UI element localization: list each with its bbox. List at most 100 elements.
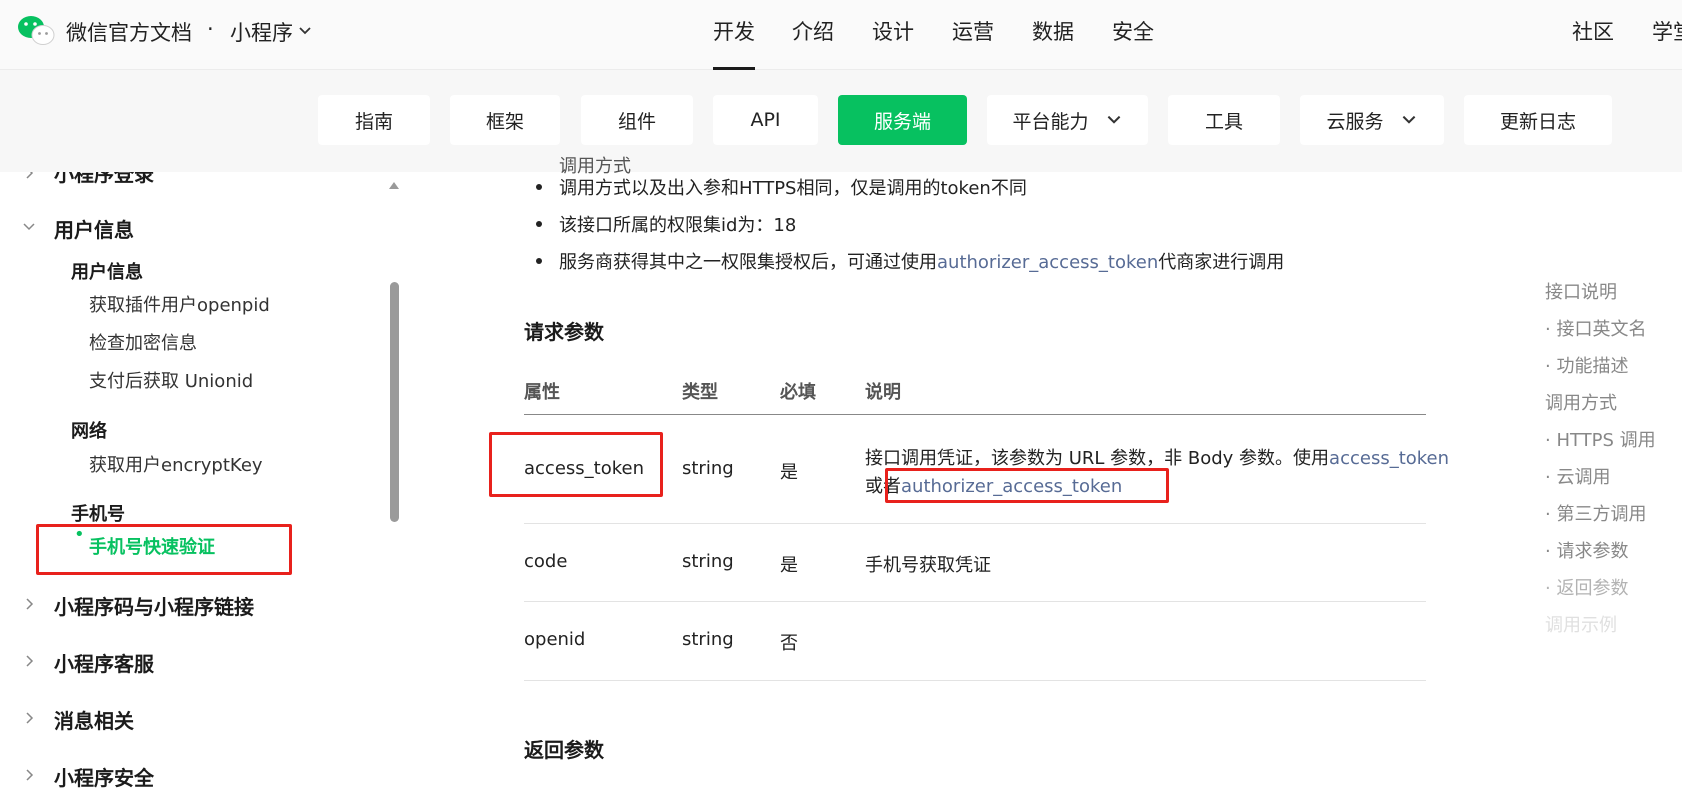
tab-label: 云服务 — [1326, 110, 1384, 133]
chevron-right-icon[interactable] — [22, 597, 36, 611]
chevron-right-icon[interactable] — [22, 654, 36, 668]
tab-api[interactable]: API — [713, 95, 818, 145]
sidebar-group-user-info[interactable]: 用户信息 — [54, 214, 134, 243]
toc-item[interactable]: 接口说明 — [1545, 278, 1617, 304]
nav-data[interactable]: 数据 — [1032, 16, 1074, 46]
chevron-right-icon[interactable] — [22, 711, 36, 725]
column-header-required: 必填 — [780, 382, 816, 403]
table-header-divider — [524, 414, 1426, 415]
section-heading-response-params: 返回参数 — [524, 738, 604, 762]
sidebar: 小程序登录 用户信息 用户信息 获取插件用户openpid 检查加密信息 支付后… — [0, 172, 402, 792]
brand-title[interactable]: 微信官方文档 — [66, 17, 192, 47]
chevron-down-icon[interactable] — [22, 219, 36, 233]
param-type: string — [682, 551, 734, 572]
param-required: 是 — [780, 555, 798, 576]
section-heading-request-params: 请求参数 — [524, 320, 604, 344]
column-header-attribute: 属性 — [524, 382, 560, 403]
param-required: 是 — [780, 462, 798, 483]
param-name-openid: openid — [524, 629, 586, 650]
param-name-code: code — [524, 551, 568, 572]
bullet-dot-icon — [536, 221, 542, 227]
annotation-box-active-item — [36, 524, 292, 575]
nav-operation[interactable]: 运营 — [952, 16, 994, 46]
tab-components[interactable]: 组件 — [581, 95, 693, 145]
nav-security[interactable]: 安全 — [1112, 16, 1154, 46]
toc-item[interactable]: · 接口英文名 — [1545, 315, 1646, 341]
annotation-box-access-token — [489, 432, 663, 497]
param-required: 否 — [780, 633, 798, 654]
chevron-down-icon — [1402, 115, 1415, 124]
nav-academy[interactable]: 学堂 — [1652, 16, 1682, 46]
authorizer-token-link[interactable]: authorizer_access_token — [937, 252, 1158, 273]
tab-framework[interactable]: 框架 — [450, 95, 560, 145]
sidebar-item-plugin-openpid[interactable]: 获取插件用户openpid — [89, 291, 270, 317]
sidebar-scrollbar-thumb[interactable] — [390, 282, 399, 522]
bullet-text-prefix: 服务商获得其中之一权限集授权后，可通过使用 — [559, 252, 937, 273]
nav-develop[interactable]: 开发 — [713, 16, 755, 70]
sidebar-group-login[interactable]: 小程序登录 — [54, 172, 154, 187]
tab-server[interactable]: 服务端 — [838, 95, 967, 145]
param-description: 接口调用凭证，该参数为 URL 参数，非 Body 参数。使用access_to… — [865, 444, 1449, 470]
tab-label: 平台能力 — [1012, 110, 1089, 133]
sidebar-subheading-network: 网络 — [71, 421, 107, 442]
tab-label: 指南 — [354, 110, 393, 133]
sub-navigation: 指南 框架 组件 API 服务端 平台能力 工具 云服务 更新日志 — [0, 70, 1682, 172]
param-type: string — [682, 458, 734, 479]
sidebar-group-customer-service[interactable]: 小程序客服 — [54, 648, 154, 677]
column-header-description: 说明 — [865, 382, 901, 403]
phone-credential-link[interactable]: 手机号获取凭证 — [865, 551, 991, 577]
sidebar-subheading-phone: 手机号 — [71, 504, 125, 525]
tab-label: 更新日志 — [1499, 110, 1576, 133]
toc-item[interactable]: · 第三方调用 — [1545, 500, 1646, 526]
table-row-divider — [524, 601, 1426, 602]
sidebar-subheading-user-info: 用户信息 — [71, 262, 143, 283]
sidebar-group-messages[interactable]: 消息相关 — [54, 705, 134, 734]
bullet-dot-icon — [536, 184, 542, 190]
sidebar-group-security[interactable]: 小程序安全 — [54, 762, 154, 791]
table-row-divider — [524, 523, 1426, 524]
annotation-box-authorizer-token — [885, 468, 1169, 503]
toc-item[interactable]: · 云调用 — [1545, 463, 1610, 489]
main-content: 调用方式 调用方式以及出入参和HTTPS相同，仅是调用的token不同 该接口所… — [402, 156, 1522, 792]
param-type: string — [682, 629, 734, 650]
product-switcher[interactable]: 小程序 — [230, 17, 293, 47]
toc-item[interactable]: · 请求参数 — [1545, 537, 1628, 563]
scroll-up-arrow-icon[interactable] — [388, 180, 400, 190]
tab-cloud-service[interactable]: 云服务 — [1300, 95, 1444, 145]
bullet-dot-icon — [536, 258, 542, 264]
tab-guide[interactable]: 指南 — [318, 95, 430, 145]
nav-community[interactable]: 社区 — [1572, 16, 1614, 46]
table-bottom-divider — [524, 680, 1426, 681]
tab-label: 服务端 — [873, 110, 931, 133]
tab-changelog[interactable]: 更新日志 — [1464, 95, 1612, 145]
nav-intro[interactable]: 介绍 — [792, 16, 834, 46]
tab-label: API — [750, 109, 781, 131]
chevron-down-icon[interactable] — [297, 23, 313, 39]
wechat-logo-icon[interactable] — [16, 14, 56, 48]
bullet-text: 服务商获得其中之一权限集授权后，可通过使用authorizer_access_t… — [559, 248, 1284, 274]
sidebar-group-qrcode[interactable]: 小程序码与小程序链接 — [54, 591, 254, 620]
sidebar-item-unionid[interactable]: 支付后获取 Unionid — [89, 367, 253, 393]
top-header: 微信官方文档 · 小程序 开发 介绍 设计 运营 数据 安全 社区 学堂 — [0, 0, 1682, 70]
sidebar-item-encryptkey[interactable]: 获取用户encryptKey — [89, 451, 263, 477]
brand-separator: · — [207, 17, 214, 41]
toc-item[interactable]: · 返回参数 — [1545, 574, 1628, 600]
tab-tools[interactable]: 工具 — [1168, 95, 1280, 145]
chevron-down-icon — [1107, 115, 1120, 124]
tab-label: 组件 — [617, 110, 656, 133]
chevron-right-icon[interactable] — [22, 172, 36, 180]
tab-label: 框架 — [485, 110, 524, 133]
tab-label: 工具 — [1204, 110, 1243, 133]
chevron-right-icon[interactable] — [22, 768, 36, 782]
column-header-type: 类型 — [682, 382, 718, 403]
access-token-link[interactable]: access_token — [1329, 448, 1449, 469]
bullet-text: 调用方式以及出入参和HTTPS相同，仅是调用的token不同 — [559, 178, 1027, 199]
toc-item[interactable]: 调用示例 — [1545, 611, 1617, 637]
nav-design[interactable]: 设计 — [872, 16, 914, 46]
toc-item[interactable]: · 功能描述 — [1545, 352, 1628, 378]
tab-platform-capability[interactable]: 平台能力 — [987, 95, 1148, 145]
sidebar-item-check-encrypted[interactable]: 检查加密信息 — [89, 329, 197, 355]
toc-item[interactable]: 调用方式 — [1545, 389, 1617, 415]
toc-item[interactable]: · HTTPS 调用 — [1545, 426, 1656, 452]
bullet-text-suffix: 代商家进行调用 — [1158, 252, 1285, 273]
